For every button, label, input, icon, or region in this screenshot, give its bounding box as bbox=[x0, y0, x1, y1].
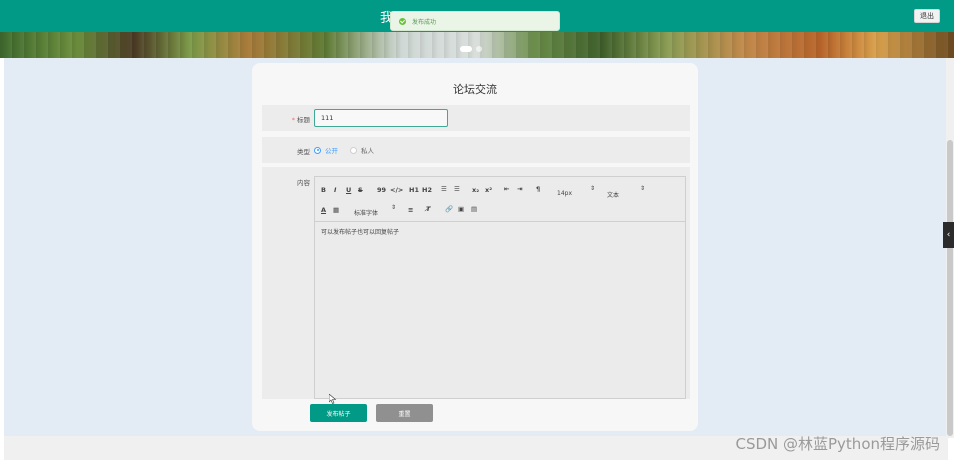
logout-button[interactable]: 退出 bbox=[914, 9, 940, 23]
banner-texture bbox=[0, 32, 954, 58]
side-collapse-tab[interactable]: ‹ bbox=[943, 222, 954, 248]
publish-post-button[interactable]: 发布帖子 bbox=[310, 404, 367, 422]
underline-button[interactable]: U bbox=[346, 186, 351, 194]
rich-text-editor: B I U S 99 </> H1 H2 ☰ ☰ x₂ x² ⇤ ⇥ ¶ 14p… bbox=[314, 176, 686, 399]
mouse-cursor-icon bbox=[329, 394, 337, 404]
success-check-icon bbox=[399, 17, 406, 25]
link-icon[interactable]: 🔗 bbox=[445, 205, 453, 213]
type-row: 类型 公开 私人 bbox=[262, 137, 690, 163]
title-row: * 标题 bbox=[262, 105, 690, 131]
carousel-indicators[interactable] bbox=[460, 46, 482, 52]
success-toast: 发布成功 bbox=[390, 11, 560, 31]
blockquote-button[interactable]: 99 bbox=[377, 186, 386, 194]
video-icon[interactable]: ▤ bbox=[471, 205, 477, 213]
editor-toolbar: B I U S 99 </> H1 H2 ☰ ☰ x₂ x² ⇤ ⇥ ¶ 14p… bbox=[315, 177, 685, 222]
carousel-dot-active[interactable] bbox=[460, 46, 472, 52]
strike-button[interactable]: S bbox=[358, 186, 363, 194]
bullet-list-button[interactable]: ☰ bbox=[454, 185, 460, 193]
ordered-list-button[interactable]: ☰ bbox=[441, 185, 447, 193]
editor-content[interactable]: 可以发布帖子也可以回复帖子 bbox=[315, 222, 685, 241]
content-label: 内容 bbox=[297, 179, 310, 187]
type-radio-public[interactable]: 公开 bbox=[314, 145, 338, 155]
forum-form-card: 论坛交流 *标题 类型 公开 私人 内容 B I U S 99 </> bbox=[252, 63, 698, 431]
image-icon[interactable]: ▣ bbox=[458, 205, 464, 213]
heading1-button[interactable]: H1 bbox=[409, 186, 419, 194]
paragraph-caret-icon: ⇕ bbox=[640, 185, 646, 192]
font-color-icon[interactable]: A bbox=[321, 206, 326, 214]
csdn-watermark: CSDN @林蓝Python程序源码 bbox=[735, 435, 940, 453]
indent-button[interactable]: ⇥ bbox=[517, 185, 522, 193]
radio-checked-icon bbox=[314, 146, 321, 154]
chevron-left-icon: ‹ bbox=[946, 230, 951, 240]
text-direction-button[interactable]: ¶ bbox=[536, 185, 540, 193]
superscript-button[interactable]: x² bbox=[485, 186, 492, 194]
font-size-select[interactable]: 14px bbox=[557, 190, 572, 197]
toast-message: 发布成功 bbox=[412, 18, 437, 26]
banner-image bbox=[0, 32, 954, 58]
clear-format-icon[interactable]: T̸ bbox=[426, 205, 430, 213]
required-mark: * bbox=[291, 116, 295, 124]
bold-button[interactable]: B bbox=[321, 186, 326, 194]
type-radio-private[interactable]: 私人 bbox=[350, 145, 374, 155]
font-family-caret-icon: ⇕ bbox=[391, 204, 397, 211]
background-color-icon[interactable]: ▦ bbox=[333, 206, 339, 214]
radio-label-private: 私人 bbox=[361, 147, 374, 155]
type-label: 类型 bbox=[297, 148, 310, 156]
carousel-dot[interactable] bbox=[476, 46, 482, 52]
radio-unchecked-icon bbox=[350, 146, 357, 154]
heading2-button[interactable]: H2 bbox=[422, 186, 432, 194]
align-icon[interactable]: ≡ bbox=[408, 206, 413, 214]
title-input[interactable] bbox=[314, 109, 448, 127]
paragraph-select[interactable]: 文本 bbox=[607, 190, 619, 199]
outdent-button[interactable]: ⇤ bbox=[504, 185, 509, 193]
page-title: 论坛交流 bbox=[453, 83, 497, 96]
font-family-select[interactable]: 标准字体 bbox=[354, 208, 378, 217]
subscript-button[interactable]: x₂ bbox=[472, 186, 479, 194]
content-row: 内容 B I U S 99 </> H1 H2 ☰ ☰ x₂ x² ⇤ ⇥ ¶ … bbox=[262, 167, 690, 399]
title-label: * 标题 bbox=[291, 116, 310, 124]
code-button[interactable]: </> bbox=[390, 186, 403, 194]
radio-label-public: 公开 bbox=[325, 147, 338, 155]
reset-button[interactable]: 重置 bbox=[376, 404, 433, 422]
font-size-caret-icon: ⇕ bbox=[590, 185, 596, 192]
scrollbar-thumb[interactable] bbox=[947, 140, 953, 436]
italic-button[interactable]: I bbox=[334, 186, 336, 194]
